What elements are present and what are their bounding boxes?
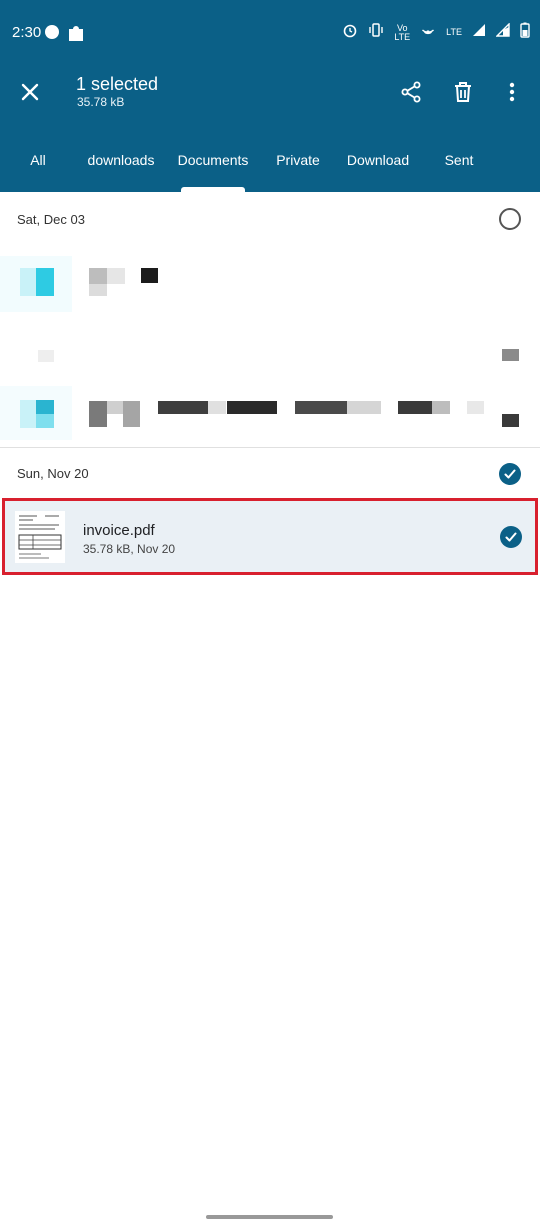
date-header-nov-20: Sun, Nov 20: [17, 466, 89, 481]
redacted-text-2: [107, 268, 125, 284]
select-group-nov-20-check[interactable]: [499, 463, 521, 485]
date-header-dec-03: Sat, Dec 03: [17, 212, 85, 227]
signal-icon: [472, 23, 486, 42]
more-vert-icon: [509, 82, 515, 102]
network-type-label: LTE: [446, 27, 462, 37]
file-name: invoice.pdf: [83, 522, 155, 539]
tab-download[interactable]: Download: [342, 140, 414, 192]
active-tab-indicator: [181, 187, 245, 192]
more-options-button[interactable]: [494, 74, 530, 110]
redacted-text-9: [208, 401, 226, 414]
battery-icon: [520, 22, 530, 43]
file-row-invoice[interactable]: invoice.pdf 35.78 kB, Nov 20: [2, 498, 538, 575]
select-group-dec-03-radio[interactable]: [499, 208, 521, 230]
share-button[interactable]: [393, 74, 429, 110]
redacted-text: [89, 268, 107, 284]
redacted-text-12: [347, 401, 381, 414]
redacted-text-14: [432, 401, 450, 414]
notification-dot-icon: [45, 25, 59, 39]
redacted-text-5: [89, 401, 107, 427]
app-bar: 2:30 Vo LTE LTE 1 selected 35.78 kB All …: [0, 0, 540, 192]
status-time: 2:30: [12, 24, 42, 41]
selection-title: 1 selected: [76, 74, 159, 94]
pdf-thumbnail: [15, 511, 65, 563]
check-icon: [504, 469, 516, 479]
redacted-item-2: [502, 349, 519, 361]
redacted-item: [38, 350, 54, 362]
trash-icon: [455, 82, 471, 102]
redacted-text-6: [107, 401, 123, 414]
status-bar: 2:30 Vo LTE LTE: [0, 0, 540, 66]
redacted-thumbnail-2[interactable]: [0, 386, 72, 440]
redacted-thumbnail[interactable]: [0, 256, 72, 312]
close-icon: [21, 83, 39, 101]
redacted-text-4: [141, 268, 158, 283]
redacted-text-13: [398, 401, 432, 414]
close-selection-button[interactable]: [12, 74, 48, 110]
redacted-item-3: [502, 414, 519, 427]
volte-icon: Vo LTE: [394, 22, 411, 42]
vibrate-icon: [368, 22, 384, 43]
tab-private[interactable]: Private: [269, 140, 327, 192]
status-icons: Vo LTE LTE: [342, 22, 530, 43]
redacted-text-7: [123, 401, 140, 427]
tab-all[interactable]: All: [18, 140, 58, 192]
signal-icon-2: [495, 22, 510, 42]
tab-documents[interactable]: Documents: [173, 140, 253, 192]
file-selected-check[interactable]: [500, 526, 522, 548]
hotspot-icon: [420, 22, 436, 43]
folder-tabs: All downloads Documents Private Download…: [0, 140, 540, 192]
gesture-navigation-handle[interactable]: [206, 1215, 333, 1219]
share-icon: [401, 81, 421, 103]
redacted-text-15: [467, 401, 484, 414]
alarm-icon: [342, 22, 358, 43]
check-icon: [505, 532, 517, 542]
redacted-text-10: [227, 401, 277, 414]
redacted-text-3: [89, 284, 107, 296]
selection-size: 35.78 kB: [77, 95, 125, 109]
tab-downloads[interactable]: downloads: [82, 140, 160, 192]
redacted-text-11: [295, 401, 347, 414]
tab-sent[interactable]: Sent: [436, 140, 482, 192]
delete-button[interactable]: [445, 74, 481, 110]
group-divider: [0, 447, 540, 448]
file-meta: 35.78 kB, Nov 20: [83, 542, 176, 556]
redacted-text-8: [158, 401, 208, 414]
puzzle-icon: [66, 22, 86, 49]
